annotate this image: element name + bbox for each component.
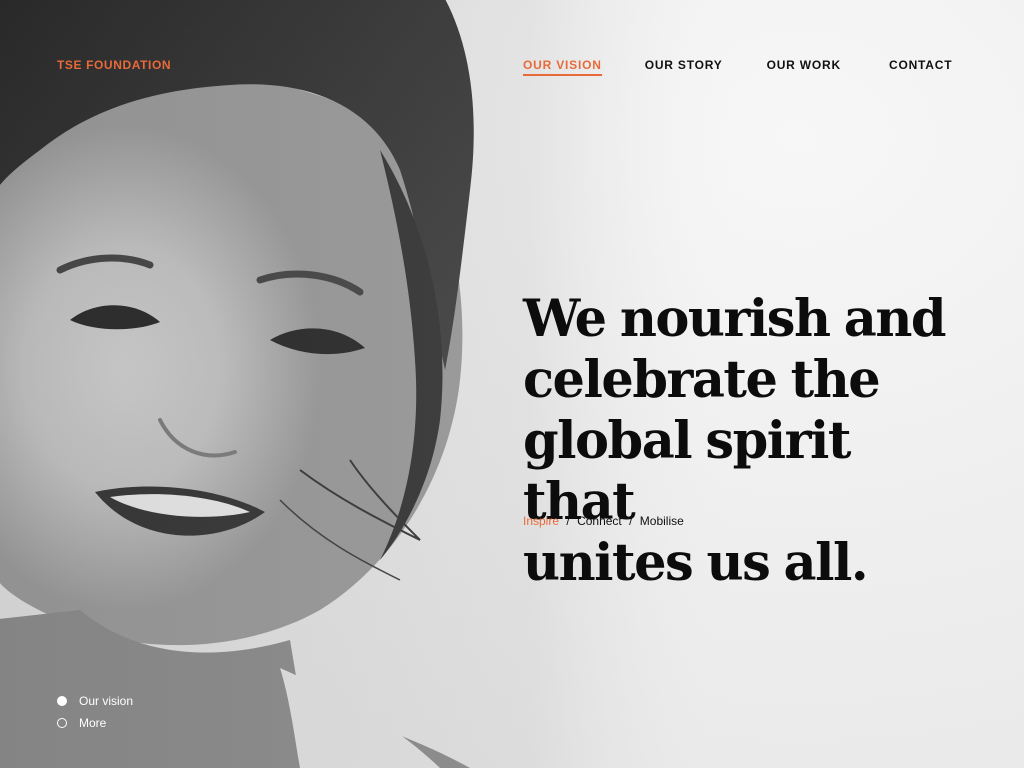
hero-tagline: Inspire / Connect / Mobilise: [523, 514, 684, 528]
hero-headline: We nourish and celebrate the global spir…: [523, 289, 973, 594]
tagline-separator: /: [566, 514, 570, 528]
slide-item-more[interactable]: More: [57, 712, 133, 734]
headline-line: We nourish and: [523, 289, 947, 350]
headline-line: unites us all.: [523, 533, 869, 594]
hero-section: TSE FOUNDATION OUR VISION OUR STORY OUR …: [0, 0, 1024, 768]
nav-item-our-work[interactable]: OUR WORK: [767, 58, 841, 72]
slide-item-our-vision[interactable]: Our vision: [57, 690, 133, 712]
main-nav: OUR VISION OUR STORY OUR WORK CONTACT: [523, 58, 952, 76]
tagline-mobilise: Mobilise: [639, 514, 684, 528]
tagline-connect: Connect: [577, 514, 622, 528]
slide-navigation: Our vision More: [57, 690, 133, 734]
headline-line: celebrate the: [523, 350, 881, 411]
nav-item-our-vision[interactable]: OUR VISION: [523, 58, 602, 76]
nav-item-contact[interactable]: CONTACT: [889, 58, 952, 72]
inactive-dot-icon: [57, 718, 67, 728]
nav-item-our-story[interactable]: OUR STORY: [645, 58, 723, 72]
tagline-separator: /: [629, 514, 633, 528]
brand-logo[interactable]: TSE FOUNDATION: [57, 58, 171, 72]
active-dot-icon: [57, 696, 67, 706]
slide-label: Our vision: [79, 694, 134, 708]
tagline-inspire: Inspire: [523, 514, 560, 528]
slide-label: More: [79, 716, 107, 730]
